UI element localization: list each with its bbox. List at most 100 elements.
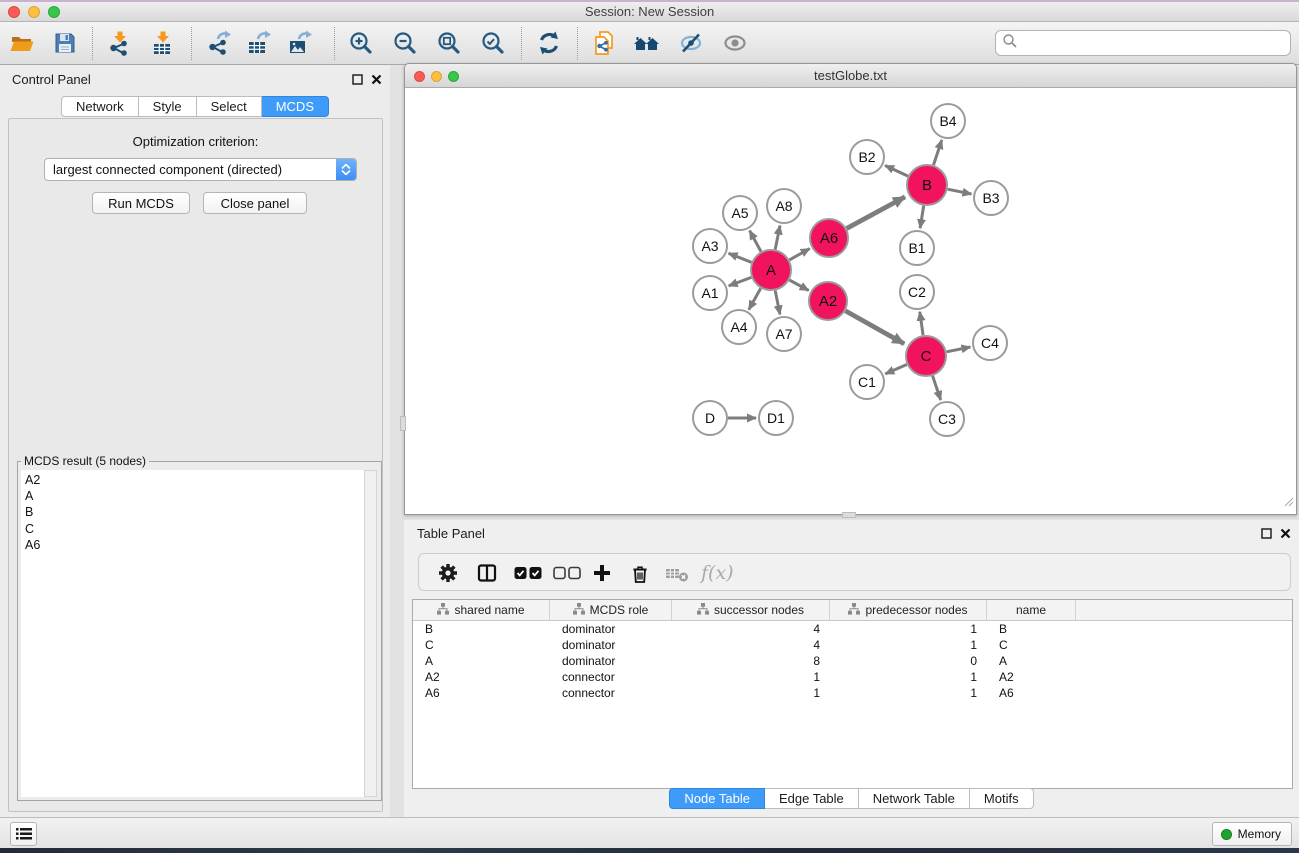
toggle-graphics-details-icon[interactable] bbox=[676, 28, 706, 58]
edge-B-B4[interactable] bbox=[934, 140, 942, 165]
tab-edge-table[interactable]: Edge Table bbox=[765, 788, 859, 809]
edge-B-B2[interactable] bbox=[885, 166, 908, 177]
edge-B-B3[interactable] bbox=[948, 189, 972, 194]
tab-motifs[interactable]: Motifs bbox=[970, 788, 1034, 809]
column-header-predecessor-nodes[interactable]: predecessor nodes bbox=[830, 600, 987, 620]
open-session-icon[interactable] bbox=[7, 28, 37, 58]
table-row[interactable]: Adominator80A bbox=[413, 653, 1292, 669]
table-cell[interactable]: C bbox=[413, 638, 550, 652]
network-node-C4[interactable]: C4 bbox=[973, 326, 1007, 360]
float-panel-icon[interactable] bbox=[1261, 526, 1272, 544]
mcds-result-item[interactable]: C bbox=[25, 521, 364, 537]
column-header-shared-name[interactable]: shared name bbox=[413, 600, 550, 620]
mcds-result-item[interactable]: A2 bbox=[25, 472, 364, 488]
tab-network-table[interactable]: Network Table bbox=[859, 788, 970, 809]
mcds-result-scrollbar[interactable] bbox=[364, 470, 377, 797]
zoom-selected-icon[interactable] bbox=[478, 28, 508, 58]
table-cell[interactable]: 8 bbox=[672, 654, 830, 668]
table-row[interactable]: A6connector11A6 bbox=[413, 685, 1292, 701]
network-node-A[interactable]: A bbox=[751, 250, 791, 290]
mcds-result-item[interactable]: A bbox=[25, 488, 364, 504]
table-cell[interactable]: connector bbox=[550, 686, 672, 700]
tab-mcds[interactable]: MCDS bbox=[262, 96, 329, 117]
edge-A-A6[interactable] bbox=[789, 249, 809, 260]
zoom-out-icon[interactable] bbox=[390, 28, 420, 58]
delete-table-icon[interactable] bbox=[665, 559, 689, 587]
table-cell[interactable]: 4 bbox=[672, 622, 830, 636]
network-node-A5[interactable]: A5 bbox=[723, 196, 757, 230]
network-node-B[interactable]: B bbox=[907, 165, 947, 205]
horizontal-splitter-handle[interactable] bbox=[842, 512, 856, 518]
search-input[interactable] bbox=[1022, 33, 1290, 53]
network-node-B2[interactable]: B2 bbox=[850, 140, 884, 174]
window-resize-grip[interactable] bbox=[1281, 494, 1294, 512]
mcds-result-list[interactable]: A2ABCA6 bbox=[21, 470, 364, 797]
table-cell[interactable]: A2 bbox=[987, 670, 1076, 684]
network-node-A4[interactable]: A4 bbox=[722, 310, 756, 344]
network-node-C3[interactable]: C3 bbox=[930, 402, 964, 436]
table-cell[interactable]: A6 bbox=[413, 686, 550, 700]
export-image-icon[interactable] bbox=[285, 28, 315, 58]
close-panel-icon[interactable] bbox=[371, 72, 382, 90]
network-window-titlebar[interactable]: testGlobe.txt bbox=[405, 64, 1296, 88]
table-cell[interactable]: dominator bbox=[550, 622, 672, 636]
refresh-icon[interactable] bbox=[534, 28, 564, 58]
tab-network[interactable]: Network bbox=[61, 96, 139, 117]
edge-C-C4[interactable] bbox=[947, 347, 971, 352]
network-node-A7[interactable]: A7 bbox=[767, 317, 801, 351]
network-canvas[interactable]: B4B2BB3A8A5A6A3B1AC2A1A2A4A7C4CC1C3DD1 bbox=[405, 88, 1296, 514]
table-cell[interactable]: dominator bbox=[550, 638, 672, 652]
edge-C-C1[interactable] bbox=[885, 365, 907, 374]
table-cell[interactable]: 1 bbox=[830, 686, 987, 700]
mcds-result-item[interactable]: A6 bbox=[25, 537, 364, 553]
show-hide-details-eye-icon[interactable] bbox=[720, 28, 750, 58]
close-panel-icon[interactable] bbox=[1280, 526, 1291, 544]
column-header-name[interactable]: name bbox=[987, 600, 1076, 620]
import-network-icon[interactable] bbox=[105, 28, 135, 58]
table-settings-gear-icon[interactable] bbox=[437, 559, 459, 587]
zoom-fit-icon[interactable] bbox=[434, 28, 464, 58]
show-all-networks-icon[interactable] bbox=[632, 28, 662, 58]
edge-A-A1[interactable] bbox=[729, 277, 752, 286]
export-table-icon[interactable] bbox=[244, 28, 274, 58]
network-node-A6[interactable]: A6 bbox=[810, 219, 848, 257]
new-network-from-file-icon[interactable] bbox=[590, 28, 620, 58]
table-cell[interactable]: 0 bbox=[830, 654, 987, 668]
network-node-C[interactable]: C bbox=[906, 336, 946, 376]
table-cell[interactable]: 1 bbox=[830, 638, 987, 652]
import-table-icon[interactable] bbox=[148, 28, 178, 58]
edge-C-C2[interactable] bbox=[920, 312, 923, 335]
network-node-A1[interactable]: A1 bbox=[693, 276, 727, 310]
close-panel-button[interactable]: Close panel bbox=[203, 192, 307, 214]
tab-node-table[interactable]: Node Table bbox=[669, 788, 765, 809]
network-node-D1[interactable]: D1 bbox=[759, 401, 793, 435]
table-cell[interactable]: 1 bbox=[830, 622, 987, 636]
network-node-A8[interactable]: A8 bbox=[767, 189, 801, 223]
table-cell[interactable]: A6 bbox=[987, 686, 1076, 700]
table-cell[interactable]: 4 bbox=[672, 638, 830, 652]
network-node-A2[interactable]: A2 bbox=[809, 282, 847, 320]
zoom-in-icon[interactable] bbox=[346, 28, 376, 58]
close-window-button[interactable] bbox=[8, 6, 20, 18]
add-row-plus-icon[interactable] bbox=[591, 559, 613, 587]
network-node-A3[interactable]: A3 bbox=[693, 229, 727, 263]
save-session-icon[interactable] bbox=[50, 28, 80, 58]
table-cell[interactable]: A bbox=[987, 654, 1076, 668]
vertical-splitter-handle[interactable] bbox=[400, 416, 406, 431]
edge-B-B1[interactable] bbox=[920, 206, 924, 229]
mcds-result-item[interactable]: B bbox=[25, 504, 364, 520]
table-cell[interactable]: B bbox=[413, 622, 550, 636]
edge-C-C3[interactable] bbox=[933, 376, 941, 400]
float-panel-icon[interactable] bbox=[352, 72, 363, 90]
edge-A-A3[interactable] bbox=[729, 253, 752, 262]
edge-A-A8[interactable] bbox=[775, 226, 780, 250]
network-node-C1[interactable]: C1 bbox=[850, 365, 884, 399]
edge-A-A4[interactable] bbox=[749, 288, 761, 309]
deselect-all-checkboxes-icon[interactable] bbox=[553, 559, 581, 587]
network-node-B1[interactable]: B1 bbox=[900, 231, 934, 265]
table-row[interactable]: Bdominator41B bbox=[413, 621, 1292, 637]
table-cell[interactable]: 1 bbox=[830, 670, 987, 684]
tab-style[interactable]: Style bbox=[139, 96, 197, 117]
memory-button[interactable]: Memory bbox=[1212, 822, 1292, 846]
run-mcds-button[interactable]: Run MCDS bbox=[92, 192, 190, 214]
